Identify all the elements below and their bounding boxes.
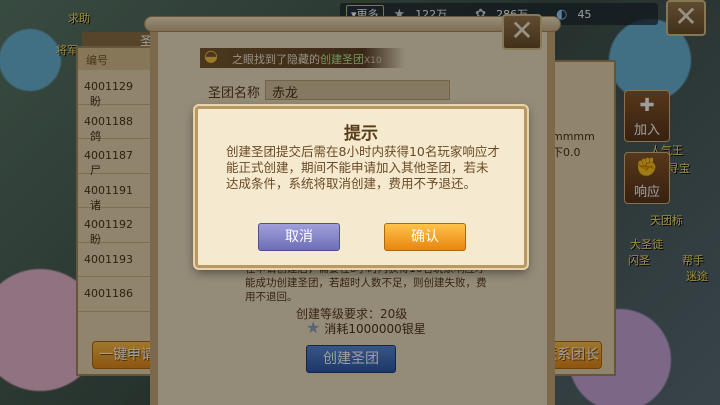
dialog-title: 提示 — [344, 124, 378, 144]
dialog-message: 创建圣团提交后需在8小时内获得10名玩家响应才能正式创建，期间不能申请加入其他圣… — [226, 144, 500, 191]
cancel-button[interactable]: 取消 — [258, 223, 340, 251]
confirm-dialog: 提示 创建圣团提交后需在8小时内获得10名玩家响应才能正式创建，期间不能申请加入… — [195, 106, 527, 268]
confirm-button[interactable]: 确认 — [384, 223, 466, 251]
